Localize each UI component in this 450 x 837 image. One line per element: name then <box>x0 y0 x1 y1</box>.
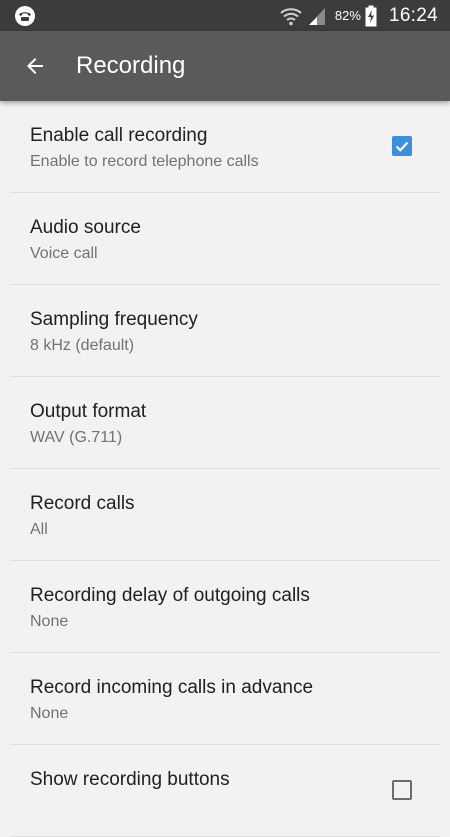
setting-record-incoming-in-advance[interactable]: Record incoming calls in advance None <box>10 653 440 745</box>
setting-summary: Voice call <box>30 245 98 262</box>
setting-title: Show recording buttons <box>30 769 230 790</box>
setting-title: Audio source <box>30 217 141 238</box>
setting-title: Recording delay of outgoing calls <box>30 585 310 606</box>
setting-show-recording-buttons[interactable]: Show recording buttons <box>10 745 440 837</box>
wifi-icon <box>280 7 302 25</box>
setting-title: Record incoming calls in advance <box>30 677 314 698</box>
setting-summary: All <box>30 521 48 538</box>
setting-sampling-frequency[interactable]: Sampling frequency 8 kHz (default) <box>10 285 440 377</box>
setting-enable-call-recording[interactable]: Enable call recording Enable to record t… <box>10 101 440 193</box>
back-button[interactable] <box>14 45 56 87</box>
setting-summary: 8 kHz (default) <box>30 337 135 354</box>
setting-audio-source[interactable]: Audio source Voice call <box>10 193 440 285</box>
cell-signal-icon <box>308 7 325 25</box>
setting-title: Sampling frequency <box>30 309 198 330</box>
setting-output-format[interactable]: Output format WAV (G.711) <box>10 377 440 469</box>
arrow-back-icon <box>27 58 43 74</box>
setting-summary: WAV (G.711) <box>30 429 123 446</box>
enable-recording-checkbox[interactable] <box>392 136 412 156</box>
setting-summary: Enable to record telephone calls <box>30 153 259 170</box>
setting-recording-delay-outgoing[interactable]: Recording delay of outgoing calls None <box>10 561 440 653</box>
battery-charging-icon <box>365 5 377 26</box>
setting-title: Output format <box>30 401 147 422</box>
status-icons: 82% 16:24 <box>279 0 438 31</box>
setting-title: Enable call recording <box>30 125 208 146</box>
battery-percent: 82% <box>334 8 361 23</box>
settings-list: Enable call recording Enable to record t… <box>0 101 450 837</box>
app-bar: Recording <box>0 31 450 101</box>
setting-summary: None <box>30 705 69 722</box>
setting-record-calls[interactable]: Record calls All <box>10 469 440 561</box>
show-recording-buttons-checkbox[interactable] <box>392 780 412 800</box>
page-title: Recording <box>76 52 186 79</box>
status-bar: 82% 16:24 <box>0 0 450 31</box>
checkmark-icon <box>395 141 409 152</box>
setting-title: Record calls <box>30 493 135 514</box>
status-clock: 16:24 <box>388 4 438 26</box>
call-recorder-notification-icon <box>15 6 35 26</box>
setting-summary: None <box>30 613 69 630</box>
